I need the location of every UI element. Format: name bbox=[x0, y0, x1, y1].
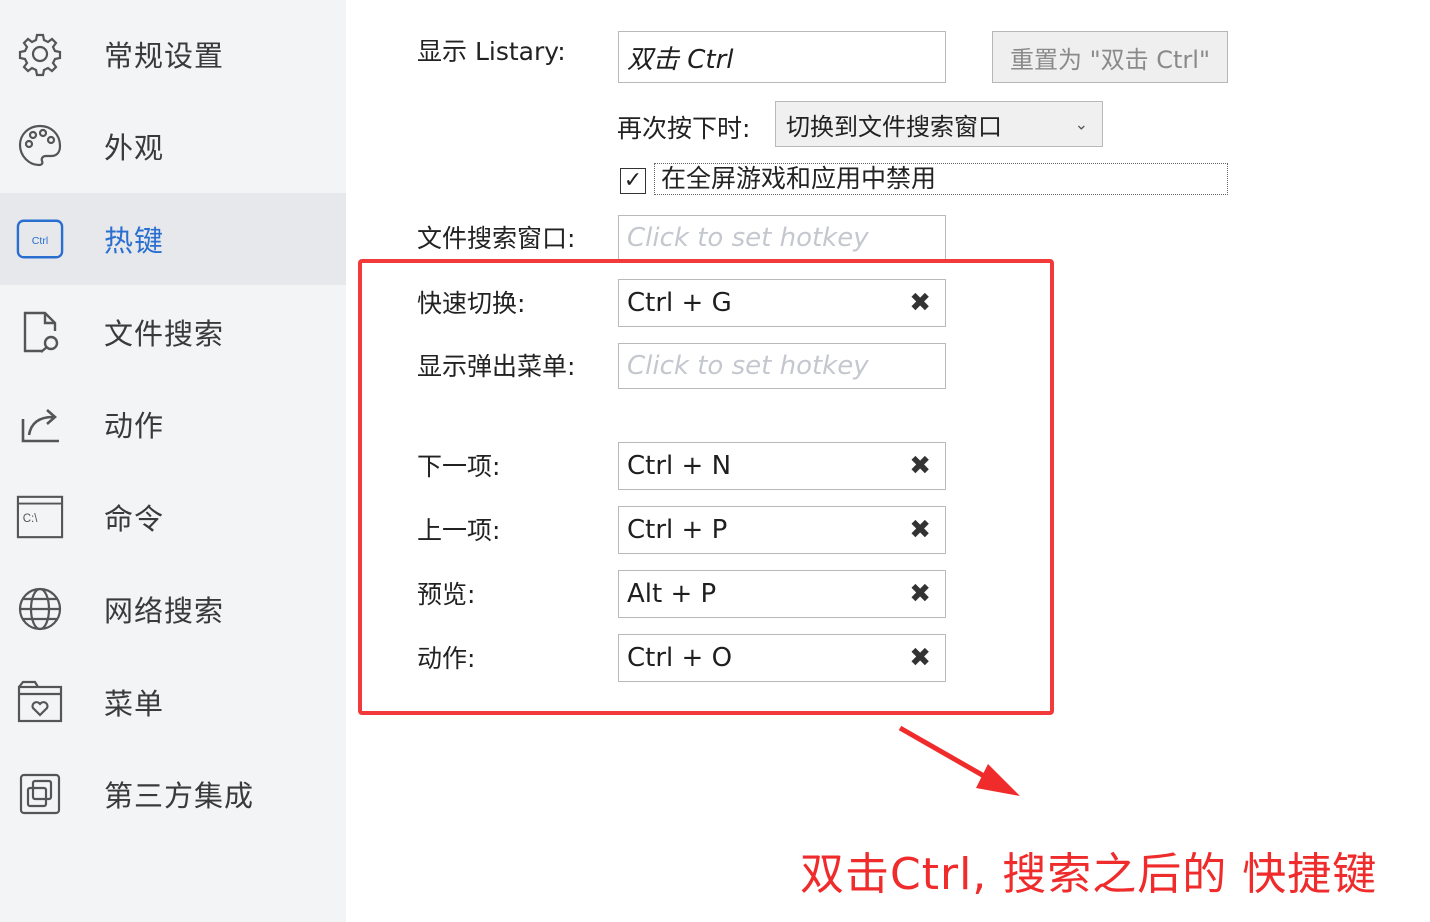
globe-icon bbox=[16, 585, 64, 633]
sidebar-item-label: 第三方集成 bbox=[104, 779, 255, 813]
action-value: Ctrl + O bbox=[627, 643, 733, 673]
press-again-select[interactable]: 切换到文件搜索窗口 ⌄ bbox=[775, 101, 1103, 147]
clear-icon[interactable]: ✖ bbox=[909, 515, 931, 545]
next-item-label: 下一项: bbox=[417, 452, 501, 481]
preview-label: 预览: bbox=[417, 580, 476, 609]
sidebar-item-label: 命令 bbox=[104, 502, 165, 536]
sidebar-item-actions[interactable]: 动作 bbox=[0, 378, 346, 470]
sidebar-item-commands[interactable]: C:\ 命令 bbox=[0, 471, 346, 563]
integration-icon bbox=[16, 770, 64, 818]
action-label: 动作: bbox=[417, 644, 476, 673]
file-search-window-placeholder: Click to set hotkey bbox=[627, 223, 869, 253]
prev-item-hotkey-field[interactable]: Ctrl + P ✖ bbox=[618, 506, 946, 554]
show-popup-menu-label: 显示弹出菜单: bbox=[417, 352, 576, 381]
gear-icon bbox=[16, 30, 64, 78]
command-prompt-icon: C:\ bbox=[16, 493, 64, 541]
disable-fullscreen-checkbox[interactable]: ✓ bbox=[620, 168, 646, 194]
sidebar-item-label: 菜单 bbox=[104, 687, 165, 721]
menu-folder-icon bbox=[16, 678, 64, 726]
sidebar-item-label: 常规设置 bbox=[104, 39, 225, 73]
clear-icon[interactable]: ✖ bbox=[909, 643, 931, 673]
preview-hotkey-field[interactable]: Alt + P ✖ bbox=[618, 570, 946, 618]
sidebar-item-general[interactable]: 常规设置 bbox=[0, 8, 346, 100]
file-search-window-label: 文件搜索窗口: bbox=[417, 224, 576, 253]
share-action-icon bbox=[16, 400, 64, 448]
check-icon: ✓ bbox=[623, 168, 643, 193]
show-listary-value: 双击 Ctrl bbox=[627, 44, 734, 75]
show-popup-menu-hotkey-field[interactable]: Click to set hotkey bbox=[618, 343, 946, 389]
palette-icon bbox=[16, 122, 64, 170]
disable-fullscreen-label: 在全屏游戏和应用中禁用 bbox=[654, 163, 1228, 195]
sidebar-item-label: 热键 bbox=[104, 224, 165, 258]
clear-icon[interactable]: ✖ bbox=[909, 288, 931, 318]
annotation-text: 双击Ctrl, 搜索之后的 快捷键 bbox=[800, 849, 1378, 900]
file-search-window-hotkey-field[interactable]: Click to set hotkey bbox=[618, 215, 946, 261]
sidebar: 常规设置 外观 Ctrl 热键 文件搜索 动作 C:\ 命令 网络搜索 菜单 第… bbox=[0, 0, 346, 922]
action-hotkey-field[interactable]: Ctrl + O ✖ bbox=[618, 634, 946, 682]
next-item-value: Ctrl + N bbox=[627, 451, 732, 481]
sidebar-item-label: 网络搜索 bbox=[104, 594, 225, 628]
quick-switch-label: 快速切换: bbox=[417, 289, 526, 318]
sidebar-item-web-search[interactable]: 网络搜索 bbox=[0, 563, 346, 655]
quick-switch-hotkey-field[interactable]: Ctrl + G ✖ bbox=[618, 279, 946, 327]
disable-fullscreen-option[interactable]: ✓ 在全屏游戏和应用中禁用 bbox=[620, 163, 1228, 197]
sidebar-item-appearance[interactable]: 外观 bbox=[0, 100, 346, 192]
sidebar-item-hotkeys[interactable]: Ctrl 热键 bbox=[0, 193, 346, 285]
preview-value: Alt + P bbox=[627, 579, 717, 609]
press-again-label: 再次按下时: bbox=[617, 114, 751, 143]
sidebar-item-label: 外观 bbox=[104, 131, 165, 165]
sidebar-item-third-party[interactable]: 第三方集成 bbox=[0, 748, 346, 840]
prev-item-value: Ctrl + P bbox=[627, 515, 728, 545]
show-listary-hotkey-field[interactable]: 双击 Ctrl bbox=[618, 31, 946, 83]
sidebar-item-file-search[interactable]: 文件搜索 bbox=[0, 286, 346, 378]
chevron-down-icon: ⌄ bbox=[1074, 114, 1088, 134]
press-again-selected: 切换到文件搜索窗口 bbox=[786, 112, 1002, 141]
clear-icon[interactable]: ✖ bbox=[909, 579, 931, 609]
prev-item-label: 上一项: bbox=[417, 516, 501, 545]
sidebar-item-label: 动作 bbox=[104, 409, 165, 443]
sidebar-item-label: 文件搜索 bbox=[104, 317, 225, 351]
annotation-arrow-icon bbox=[898, 725, 1020, 796]
clear-icon[interactable]: ✖ bbox=[909, 451, 931, 481]
svg-text:Ctrl: Ctrl bbox=[32, 235, 48, 247]
show-popup-menu-placeholder: Click to set hotkey bbox=[627, 351, 869, 381]
show-listary-label: 显示 Listary: bbox=[417, 37, 566, 66]
svg-text:C:\: C:\ bbox=[23, 513, 39, 525]
quick-switch-value: Ctrl + G bbox=[627, 288, 732, 318]
ctrl-key-icon: Ctrl bbox=[16, 215, 64, 263]
reset-hotkey-button[interactable]: 重置为 "双击 Ctrl" bbox=[992, 31, 1228, 83]
sidebar-item-menu[interactable]: 菜单 bbox=[0, 656, 346, 748]
file-search-icon bbox=[16, 308, 64, 356]
next-item-hotkey-field[interactable]: Ctrl + N ✖ bbox=[618, 442, 946, 490]
